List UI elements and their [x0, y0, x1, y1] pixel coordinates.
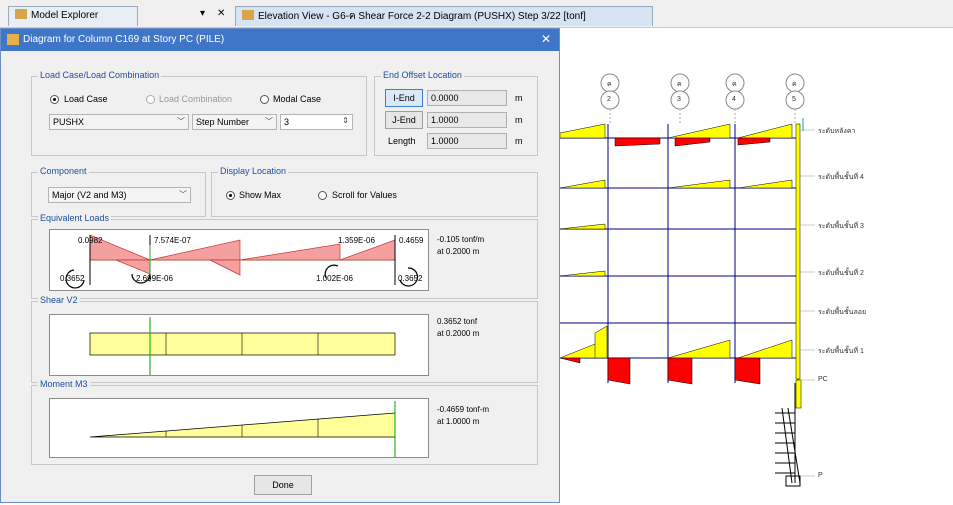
group-label: Equivalent Loads [38, 213, 112, 223]
length-label: Length [388, 136, 416, 146]
modal-case-radio[interactable] [260, 95, 269, 104]
elevation-view[interactable]: ค 2 ค 3 ค 4 ค 5 ระดับหลังคา ระดับพื้นชั้… [559, 28, 953, 503]
tab-model-explorer[interactable]: Model Explorer [8, 6, 138, 26]
show-max-label: Show Max [239, 190, 282, 200]
group-label: Display Location [218, 166, 289, 176]
equiv-label-tl: 0.0982 [78, 236, 103, 245]
pin-dropdown-icon[interactable]: ▾ [200, 8, 205, 19]
j-end-field[interactable]: 1.0000 [427, 112, 507, 128]
tab-elevation-view[interactable]: Elevation View - G6-ฅ Shear Force 2-2 Di… [235, 6, 653, 26]
story-label: ระดับพื้นชั้นลอย [818, 309, 867, 316]
equivalent-loads-group: Equivalent Loads 0.0982 0.3652 7.574E-07… [31, 213, 538, 299]
equiv-label-tr: 0.4659 [399, 236, 424, 245]
grid-bubble-label: 5 [792, 96, 796, 103]
i-end-field[interactable]: 0.0000 [427, 90, 507, 106]
step-mode-value: Step Number [196, 117, 250, 127]
equiv-label-t2: 1.359E-06 [338, 236, 375, 245]
group-label: End Offset Location [381, 70, 464, 80]
elevation-diagram [559, 73, 815, 487]
dialog-title-bar[interactable]: Diagram for Column C169 at Story PC (PIL… [1, 29, 559, 51]
moment-m3-group: Moment M3 -0.4659 tonf-m at 1.0000 m [31, 379, 538, 465]
group-label: Moment M3 [38, 379, 90, 389]
story-label: P [818, 472, 823, 479]
step-number-spinner[interactable]: 3 ⇕ [280, 114, 353, 130]
story-label: PC [818, 376, 828, 383]
shear-readout-location: at 0.2000 m [437, 329, 480, 338]
unit-label: m [515, 115, 523, 125]
scroll-values-radio[interactable] [318, 191, 327, 200]
load-combination-radio [146, 95, 155, 104]
display-location-group: Display Location Show Max Scroll for Val… [211, 166, 538, 217]
spinner-arrows-icon[interactable]: ⇕ [342, 116, 349, 125]
component-group: Component Major (V2 and M3) ﹀ [31, 166, 206, 217]
j-end-button[interactable]: J-End [385, 111, 423, 129]
grid-bubble-top-label: ค [607, 81, 612, 88]
load-case-value: PUSHX [53, 117, 85, 127]
close-panel-icon[interactable]: ✕ [217, 8, 225, 19]
group-label: Shear V2 [38, 295, 80, 305]
load-case-select[interactable]: PUSHX ﹀ [49, 114, 189, 130]
group-label: Component [38, 166, 89, 176]
shear-v2-plot [49, 314, 429, 376]
scroll-values-label: Scroll for Values [332, 190, 397, 200]
length-field: 1.0000 [427, 133, 507, 149]
equiv-label-b2: 1.002E-06 [316, 274, 353, 283]
step-number-value: 3 [284, 117, 290, 127]
story-label: ระดับพื้นชั้นที่ 1 [818, 348, 864, 355]
grid-bubbles [600, 73, 805, 131]
story-label: ระดับพื้นชั้นที่ 2 [818, 270, 864, 277]
column-diagram-dialog: Diagram for Column C169 at Story PC (PIL… [0, 28, 560, 503]
group-label: Load Case/Load Combination [38, 70, 162, 80]
chevron-down-icon: ﹀ [265, 117, 273, 126]
close-icon[interactable]: ✕ [541, 32, 551, 46]
moment-readout-value: -0.4659 tonf-m [437, 405, 490, 414]
unit-label: m [515, 136, 523, 146]
moment-m3-plot [49, 398, 429, 458]
equiv-readout-location: at 0.2000 m [437, 247, 480, 256]
dialog-title: Diagram for Column C169 at Story PC (PIL… [23, 34, 225, 45]
grid-bubble-top-label: ค [732, 81, 737, 88]
load-combination-label: Load Combination [159, 94, 233, 104]
tab-label: Model Explorer [31, 10, 99, 21]
load-case-group: Load Case/Load Combination Load Case Loa… [31, 70, 367, 156]
done-button[interactable]: Done [254, 475, 312, 495]
step-mode-select[interactable]: Step Number ﹀ [192, 114, 277, 130]
elevation-view-icon [242, 10, 254, 20]
load-case-label: Load Case [64, 94, 108, 104]
i-end-button[interactable]: I-End [385, 89, 423, 107]
load-case-radio[interactable] [50, 95, 59, 104]
end-offset-group: End Offset Location I-End 0.0000 m J-End… [374, 70, 538, 156]
story-label: ระดับพื้นชั้นที่ 4 [818, 174, 864, 181]
moment-m3-svg [89, 401, 396, 457]
unit-label: m [515, 93, 523, 103]
component-select[interactable]: Major (V2 and M3) ﹀ [48, 187, 191, 203]
equiv-label-br: 0.3652 [398, 274, 423, 283]
equiv-label-t1: 7.574E-07 [154, 236, 191, 245]
modal-case-label: Modal Case [273, 94, 322, 104]
equiv-label-bl: 0.3652 [60, 274, 85, 283]
shear-readout-value: 0.3652 tonf [437, 317, 478, 326]
grid-bubble-top-label: ค [677, 81, 682, 88]
model-explorer-icon [15, 9, 27, 19]
beam-shear-marks [559, 123, 802, 409]
chevron-down-icon: ﹀ [179, 190, 187, 199]
equiv-readout-load: -0.105 tonf/m [437, 235, 485, 244]
moment-readout-location: at 1.0000 m [437, 417, 480, 426]
chevron-down-icon: ﹀ [177, 117, 185, 126]
story-label: ระดับพื้นชั้นที่ 3 [818, 223, 864, 230]
grid-bubble-label: 3 [677, 96, 681, 103]
component-value: Major (V2 and M3) [52, 190, 127, 200]
show-max-radio[interactable] [226, 191, 235, 200]
story-leader-lines [800, 129, 815, 477]
tab-label: Elevation View - G6-ฅ Shear Force 2-2 Di… [258, 11, 586, 22]
equiv-label-b1: 2.699E-06 [136, 274, 173, 283]
grid-bubble-top-label: ค [792, 81, 797, 88]
dialog-app-icon [7, 34, 19, 45]
shear-v2-group: Shear V2 0.3652 tonf at 0.2000 m [31, 295, 538, 383]
grid-bubble-label: 2 [607, 96, 611, 103]
document-tab-bar: Model Explorer ▾ ✕ Elevation View - G6-ฅ… [0, 0, 953, 28]
story-label: ระดับหลังคา [818, 128, 856, 135]
grid-bubble-label: 4 [732, 96, 736, 103]
shear-v2-svg [89, 317, 396, 375]
